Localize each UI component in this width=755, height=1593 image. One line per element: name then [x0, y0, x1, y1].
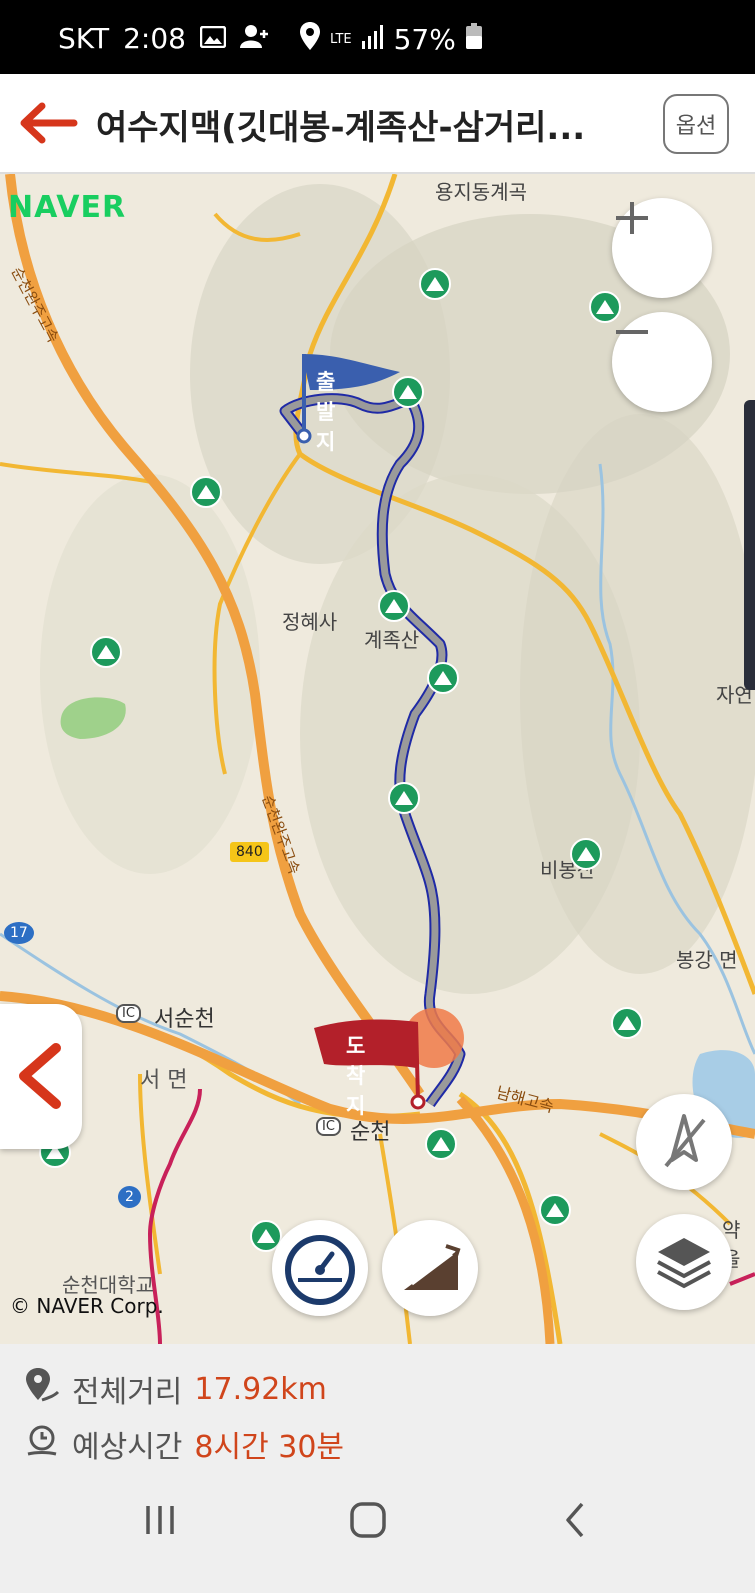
app-header: 여수지맥(깃대봉-계족산-삼거리... 옵션	[0, 74, 755, 174]
time-row: 예상시간 8시간 30분	[24, 1422, 344, 1466]
road-shield: 17	[4, 922, 34, 944]
recent-apps-icon	[146, 1506, 174, 1534]
collapse-panel-button[interactable]	[0, 1004, 82, 1149]
place-label: 서 면	[140, 1068, 188, 1093]
place-label: 용지동계곡	[435, 180, 527, 204]
distance-row: 전체거리 17.92km	[24, 1366, 327, 1412]
place-label: 서순천	[154, 1007, 215, 1032]
distance-pin-icon	[24, 1366, 60, 1412]
flag-icon	[296, 354, 400, 444]
back-nav-button[interactable]	[556, 1500, 596, 1544]
page-title: 여수지맥(깃대봉-계족산-삼거리...	[96, 108, 586, 148]
clock-route-icon	[24, 1422, 60, 1466]
zoom-in-button[interactable]	[612, 198, 712, 298]
system-nav-bar	[0, 1472, 755, 1593]
distance-label: 전체거리	[72, 1375, 183, 1410]
ic-badge: IC	[116, 1004, 141, 1023]
status-right: LTE 57%	[300, 22, 482, 57]
compass-off-button[interactable]	[636, 1094, 732, 1190]
battery-icon	[465, 23, 482, 56]
person-add-icon	[239, 22, 270, 55]
speedometer-icon	[285, 1235, 355, 1305]
network-type: LTE	[330, 32, 352, 47]
elevation-icon	[404, 1244, 461, 1290]
route-summary: 전체거리 17.92km 예상시간 8시간 30분	[0, 1344, 755, 1472]
layers-icon	[657, 1238, 711, 1289]
side-panel-handle[interactable]	[744, 400, 755, 690]
elevation-button[interactable]	[382, 1220, 478, 1316]
end-flag-label: 도착지	[346, 1034, 366, 1118]
back-chevron-icon	[566, 1502, 584, 1538]
back-button[interactable]	[18, 102, 78, 144]
map-copyright: © NAVER Corp.	[10, 1294, 164, 1318]
time-label: 예상시간	[72, 1430, 183, 1465]
plus-icon	[616, 202, 648, 234]
clock: 2:08	[123, 22, 186, 55]
battery-percent: 57%	[393, 23, 456, 56]
home-icon	[350, 1502, 386, 1538]
road-shield: 840	[230, 842, 269, 862]
location-icon	[300, 22, 320, 57]
status-left: SKT 2:08	[58, 22, 270, 55]
layers-button[interactable]	[636, 1214, 732, 1310]
zoom-out-button[interactable]	[612, 312, 712, 412]
arrow-left-icon	[20, 102, 78, 144]
compass-off-icon	[664, 1114, 706, 1168]
signal-icon	[361, 23, 384, 56]
home-button[interactable]	[348, 1500, 388, 1544]
naver-logo: NAVER	[8, 190, 127, 225]
place-label: 계족산	[364, 628, 420, 652]
start-flag-label: 출발지	[316, 370, 336, 454]
recent-apps-button[interactable]	[140, 1500, 180, 1544]
flag-icon	[314, 1008, 464, 1110]
image-icon	[199, 22, 227, 55]
speedometer-button[interactable]	[272, 1220, 368, 1316]
place-label: 봉강 면	[676, 948, 738, 972]
carrier: SKT	[58, 22, 110, 55]
option-button[interactable]: 옵션	[663, 94, 729, 154]
place-label: 정혜사	[282, 610, 338, 634]
distance-value: 17.92km	[194, 1371, 327, 1407]
map-view[interactable]: NAVER 용지동계곡 정혜사 계족산 비봉산 봉강 면 서순천 서 면 순천 …	[0, 174, 755, 1344]
chevron-left-icon	[19, 1043, 61, 1109]
road-shield: 2	[118, 1186, 141, 1208]
status-bar: SKT 2:08 LTE 57%	[0, 0, 755, 74]
minus-icon	[616, 330, 648, 334]
time-value: 8시간 30분	[194, 1430, 345, 1465]
ic-badge: IC	[316, 1117, 341, 1136]
